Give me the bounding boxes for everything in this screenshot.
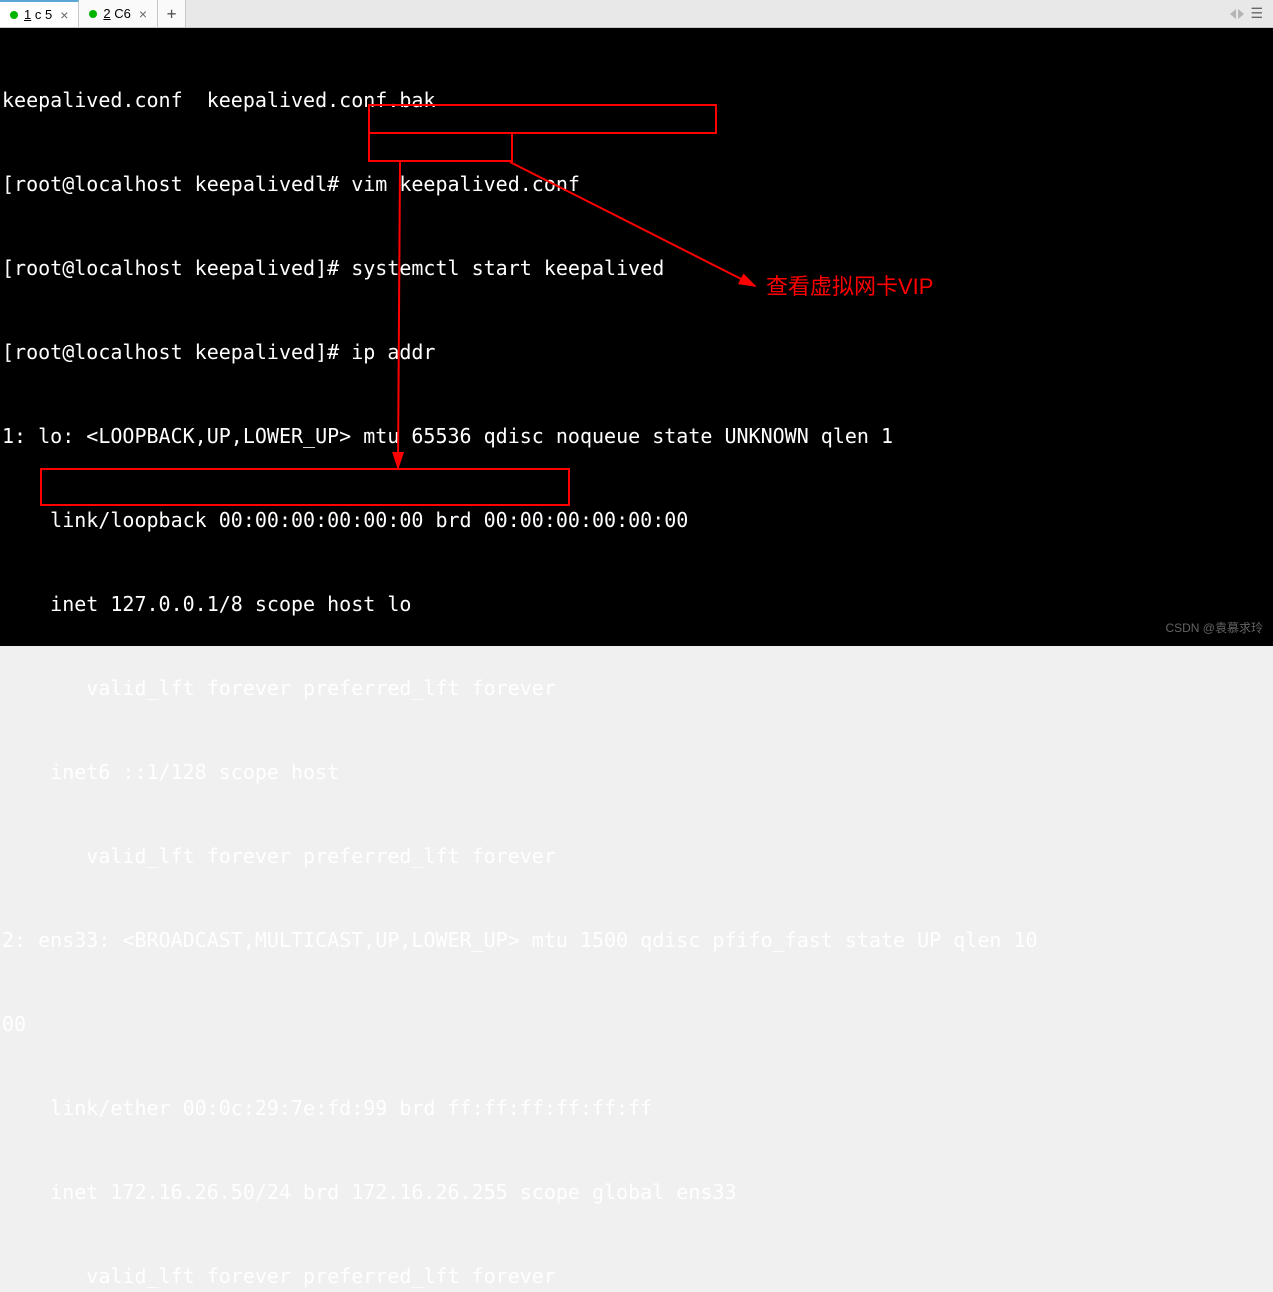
- terminal-line: [root@localhost keepalivedl# vim keepali…: [2, 170, 1271, 198]
- annotation-box: [40, 468, 570, 506]
- terminal-line: 00: [2, 1010, 1271, 1038]
- tab-1[interactable]: 1 c 5 ×: [0, 0, 79, 27]
- terminal-output[interactable]: keepalived.conf keepalived.conf.bak [roo…: [0, 28, 1273, 646]
- terminal-line: 1: lo: <LOOPBACK,UP,LOWER_UP> mtu 65536 …: [2, 422, 1271, 450]
- watermark: CSDN @袁慕求玲: [1165, 614, 1263, 642]
- status-dot-icon: [89, 10, 97, 18]
- terminal-line: valid_lft forever preferred_lft forever: [2, 842, 1271, 870]
- terminal-line: [root@localhost keepalived]# ip addr: [2, 338, 1271, 366]
- tab-label: 1 c 5: [24, 7, 52, 22]
- add-tab-button[interactable]: +: [158, 0, 186, 27]
- terminal-line: inet6 ::1/128 scope host: [2, 758, 1271, 786]
- prev-tab-icon[interactable]: [1230, 9, 1236, 19]
- status-dot-icon: [10, 11, 18, 19]
- tab-label: 2 C6: [103, 6, 130, 21]
- close-icon[interactable]: ×: [58, 8, 70, 22]
- terminal-line: [root@localhost keepalived]# systemctl s…: [2, 254, 1271, 282]
- tab-bar: 1 c 5 × 2 C6 × + ☰: [0, 0, 1273, 28]
- terminal-line: keepalived.conf keepalived.conf.bak: [2, 86, 1271, 114]
- close-icon[interactable]: ×: [137, 7, 149, 21]
- annotation-arrows: [0, 28, 1273, 646]
- terminal-line: inet 127.0.0.1/8 scope host lo: [2, 590, 1271, 618]
- next-tab-icon[interactable]: [1238, 9, 1244, 19]
- annotation-box: [368, 132, 513, 162]
- tab-menu-icon[interactable]: ☰: [1246, 5, 1267, 22]
- terminal-line: valid_lft forever preferred_lft forever: [2, 674, 1271, 702]
- tab-2[interactable]: 2 C6 ×: [79, 0, 158, 27]
- terminal-line: valid_lft forever preferred_lft forever: [2, 1262, 1271, 1290]
- terminal-line: link/loopback 00:00:00:00:00:00 brd 00:0…: [2, 506, 1271, 534]
- tab-nav-controls: ☰: [1224, 0, 1273, 27]
- terminal-line: 2: ens33: <BROADCAST,MULTICAST,UP,LOWER_…: [2, 926, 1271, 954]
- terminal-line: link/ether 00:0c:29:7e:fd:99 brd ff:ff:f…: [2, 1094, 1271, 1122]
- terminal-line: inet 172.16.26.50/24 brd 172.16.26.255 s…: [2, 1178, 1271, 1206]
